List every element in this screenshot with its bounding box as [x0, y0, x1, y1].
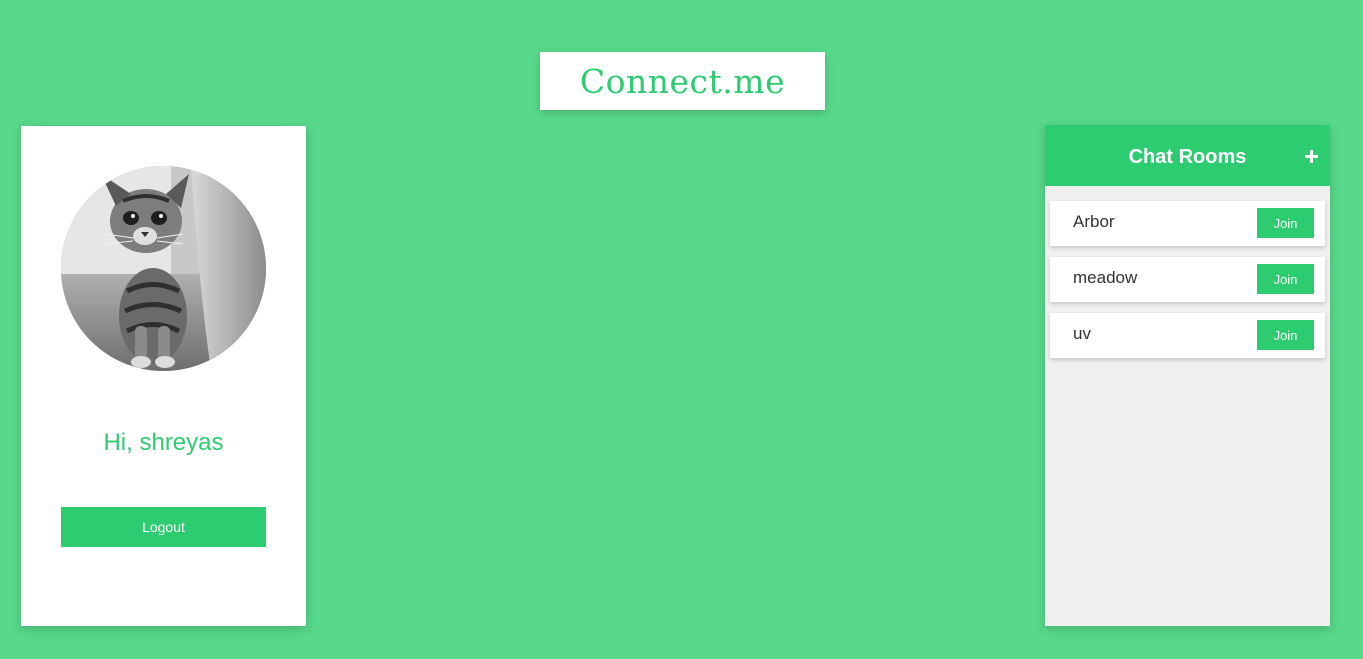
join-button[interactable]: Join [1257, 320, 1314, 350]
room-name: meadow [1073, 268, 1138, 287]
room-item-meadow: meadow Join [1050, 257, 1325, 302]
avatar [61, 166, 266, 371]
plus-icon[interactable] [1302, 147, 1322, 167]
room-item-arbor: Arbor Join [1050, 201, 1325, 246]
logout-button[interactable]: Logout [61, 507, 266, 547]
app-logo: Connect.me [579, 61, 786, 101]
join-button[interactable]: Join [1257, 264, 1314, 294]
chat-rooms-panel: Chat Rooms Arbor Join meadow Join uv Joi… [1045, 125, 1330, 626]
kitten-avatar-photo [61, 166, 266, 371]
join-button[interactable]: Join [1257, 208, 1314, 238]
chat-rooms-title: Chat Rooms [1128, 146, 1247, 168]
room-list: Arbor Join meadow Join uv Join [1050, 201, 1325, 369]
greeting-text: Hi, shreyas [103, 429, 224, 456]
room-item-uv: uv Join [1050, 313, 1325, 358]
room-name: uv [1073, 324, 1091, 343]
profile-card: Hi, shreyas Logout [21, 126, 306, 626]
room-name: Arbor [1073, 212, 1115, 231]
chat-rooms-header: Chat Rooms [1045, 125, 1330, 186]
app-logo-box: Connect.me [540, 52, 825, 110]
